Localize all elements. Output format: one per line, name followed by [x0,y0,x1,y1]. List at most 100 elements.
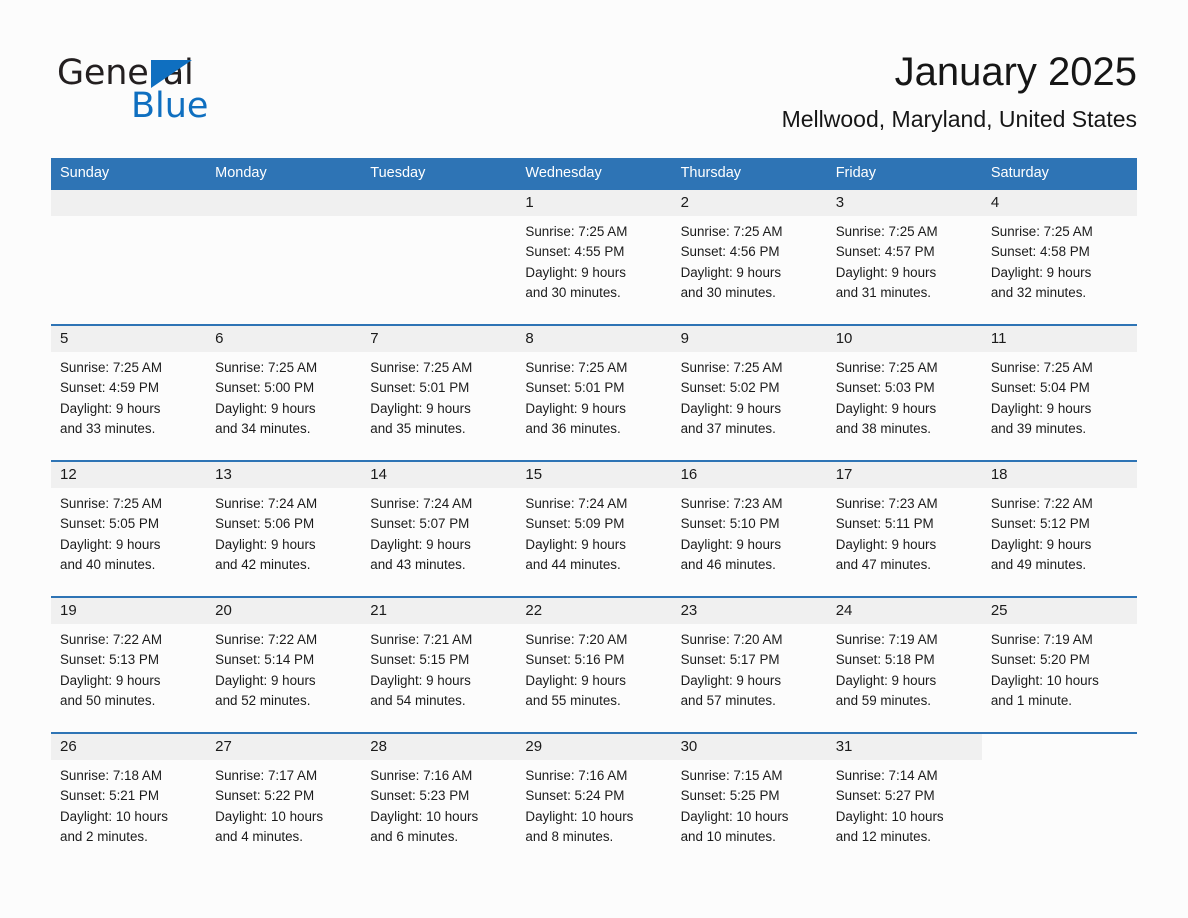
calendar-day-cell[interactable]: 4 Sunrise: 7:25 AM Sunset: 4:58 PM Daylight… [981,190,1137,325]
day-detail-sunrise: Sunrise: 7:21 AM [370,632,473,647]
calendar-day-cell[interactable]: 23 Sunrise: 7:20 AM Sunset: 5:17 PM Dayligh… [671,596,827,733]
calendar-day-cell[interactable]: 1 Sunrise: 7:25 AM Sunset: 4:55 PM Daylight… [516,190,672,325]
calendar-day-cell[interactable]: 14 Sunrise: 7:24 AM Sunset: 5:07 PM Dayligh… [361,460,517,597]
day-detail-daylight1: Daylight: 9 hours [215,672,316,688]
day-number: 13 [206,462,362,488]
calendar-day-cell[interactable]: 27 Sunrise: 7:17 AM Sunset: 5:22 PM Dayligh… [206,732,362,868]
day-detail-daylight2: and 6 minutes. [370,829,459,845]
day-detail-daylight1: Daylight: 9 hours [680,400,782,416]
day-number [51,190,207,216]
day-detail-daylight1: Daylight: 9 hours [525,672,626,688]
calendar-cell-inner: 24 Sunrise: 7:19 AM Sunset: 5:18 PM Dayligh… [826,598,982,732]
day-detail-daylight2: and 39 minutes. [990,421,1087,437]
day-detail-sunrise: Sunrise: 7:25 AM [60,360,162,375]
day-detail-daylight1: Daylight: 9 hours [370,400,471,416]
calendar-day-cell[interactable]: 5 Sunrise: 7:25 AM Sunset: 4:59 PM Daylight… [51,324,207,461]
calendar-day-cell[interactable]: 7 Sunrise: 7:25 AM Sunset: 5:01 PM Daylight… [361,324,517,461]
title-block: January 2025 Mellwood, Maryland, United … [782,48,1137,133]
calendar-day-cell[interactable]: 6 Sunrise: 7:25 AM Sunset: 5:00 PM Daylight… [206,324,362,461]
day-detail-daylight2: and 8 minutes. [525,829,614,845]
calendar-cell-inner: 11 Sunrise: 7:25 AM Sunset: 5:04 PM Dayligh… [981,326,1137,460]
day-detail-sunset: Sunset: 5:01 PM [370,380,470,396]
day-detail-daylight1: Daylight: 10 hours [215,808,324,824]
day-detail-daylight1: Daylight: 9 hours [60,400,161,416]
calendar-page: General Blue January 2025 Mellwood, Mary… [0,0,1188,918]
calendar-day-cell[interactable]: 15 Sunrise: 7:24 AM Sunset: 5:09 PM Dayligh… [516,460,672,597]
day-detail-sunrise: Sunrise: 7:23 AM [680,496,783,511]
calendar-day-cell[interactable]: 24 Sunrise: 7:19 AM Sunset: 5:18 PM Dayligh… [826,596,982,733]
day-detail-sunrise: Sunrise: 7:17 AM [215,768,318,783]
day-detail-daylight2: and 33 minutes. [60,421,156,437]
general-blue-logo[interactable]: General Blue [57,53,277,126]
day-detail-sunset: Sunset: 5:17 PM [680,652,780,668]
calendar-day-cell[interactable]: 30 Sunrise: 7:15 AM Sunset: 5:25 PM Dayligh… [671,732,827,868]
day-details: Sunrise: 7:25 AM Sunset: 5:02 PM Daylight:… [672,352,827,440]
calendar-day-cell[interactable]: 20 Sunrise: 7:22 AM Sunset: 5:14 PM Dayligh… [206,596,362,733]
day-number [982,734,1137,760]
day-detail-sunrise: Sunrise: 7:19 AM [990,632,1093,647]
calendar-day-cell[interactable]: 3 Sunrise: 7:25 AM Sunset: 4:57 PM Daylight… [826,190,982,325]
calendar-day-cell[interactable]: 19 Sunrise: 7:22 AM Sunset: 5:13 PM Dayligh… [51,596,207,733]
day-number: 4 [981,190,1137,216]
day-details: Sunrise: 7:25 AM Sunset: 4:58 PM Daylight:… [982,216,1137,304]
calendar-day-cell[interactable]: 28 Sunrise: 7:16 AM Sunset: 5:23 PM Dayligh… [361,732,517,868]
day-number: 15 [516,462,672,488]
day-detail-sunrise: Sunrise: 7:25 AM [990,360,1093,375]
day-detail-sunset: Sunset: 5:11 PM [835,516,934,532]
day-detail-daylight2: and 57 minutes. [680,693,776,709]
calendar-day-cell[interactable]: 17 Sunrise: 7:23 AM Sunset: 5:11 PM Dayligh… [826,460,982,597]
calendar-day-cell[interactable]: 16 Sunrise: 7:23 AM Sunset: 5:10 PM Dayligh… [671,460,827,597]
day-details: Sunrise: 7:23 AM Sunset: 5:11 PM Daylight:… [827,488,982,576]
day-detail-sunset: Sunset: 5:01 PM [525,380,625,396]
calendar-cell-inner: 9 Sunrise: 7:25 AM Sunset: 5:02 PM Daylight… [671,326,827,460]
day-details: Sunrise: 7:20 AM Sunset: 5:16 PM Daylight:… [516,624,671,712]
day-number: 23 [671,598,827,624]
calendar-day-cell[interactable]: 10 Sunrise: 7:25 AM Sunset: 5:03 PM Dayligh… [826,324,982,461]
day-detail-sunset: Sunset: 5:22 PM [215,788,315,804]
calendar-day-cell[interactable]: 8 Sunrise: 7:25 AM Sunset: 5:01 PM Daylight… [516,324,672,461]
day-detail-sunset: Sunset: 5:27 PM [835,788,935,804]
day-detail-sunrise: Sunrise: 7:25 AM [835,224,938,239]
day-detail-daylight2: and 37 minutes. [680,421,776,437]
day-detail-daylight2: and 10 minutes. [680,829,776,845]
day-detail-sunrise: Sunrise: 7:18 AM [60,768,162,783]
calendar-cell-inner: 19 Sunrise: 7:22 AM Sunset: 5:13 PM Dayligh… [51,598,207,732]
day-number: 2 [671,190,827,216]
calendar-day-cell[interactable]: 12 Sunrise: 7:25 AM Sunset: 5:05 PM Dayligh… [51,460,207,597]
day-details: Sunrise: 7:23 AM Sunset: 5:10 PM Daylight:… [672,488,827,576]
day-number [361,190,517,216]
day-detail-daylight1: Daylight: 9 hours [60,536,161,552]
calendar-day-cell[interactable]: 25 Sunrise: 7:19 AM Sunset: 5:20 PM Dayligh… [981,596,1137,733]
day-number: 31 [826,734,982,760]
calendar-cell-inner: 18 Sunrise: 7:22 AM Sunset: 5:12 PM Dayligh… [981,462,1137,596]
calendar-day-cell[interactable]: 21 Sunrise: 7:21 AM Sunset: 5:15 PM Dayligh… [361,596,517,733]
calendar-day-cell[interactable]: 18 Sunrise: 7:22 AM Sunset: 5:12 PM Dayligh… [981,460,1137,597]
day-detail-sunset: Sunset: 5:14 PM [215,652,315,668]
calendar-cell-inner: 15 Sunrise: 7:24 AM Sunset: 5:09 PM Dayligh… [516,462,672,596]
day-detail-daylight2: and 59 minutes. [835,693,931,709]
day-number: 9 [671,326,827,352]
calendar-day-cell[interactable]: 9 Sunrise: 7:25 AM Sunset: 5:02 PM Daylight… [671,324,827,461]
calendar-cell-inner: 6 Sunrise: 7:25 AM Sunset: 5:00 PM Daylight… [206,326,362,460]
calendar-day-cell[interactable]: 11 Sunrise: 7:25 AM Sunset: 5:04 PM Dayligh… [981,324,1137,461]
day-detail-sunset: Sunset: 5:12 PM [990,516,1090,532]
calendar-day-cell[interactable]: 31 Sunrise: 7:14 AM Sunset: 5:27 PM Dayligh… [826,732,982,868]
day-details: Sunrise: 7:24 AM Sunset: 5:07 PM Daylight:… [361,488,516,576]
calendar-day-cell[interactable]: 26 Sunrise: 7:18 AM Sunset: 5:21 PM Dayligh… [51,732,207,868]
calendar-day-cell[interactable]: 22 Sunrise: 7:20 AM Sunset: 5:16 PM Dayligh… [516,596,672,733]
calendar-cell-inner: 4 Sunrise: 7:25 AM Sunset: 4:58 PM Daylight… [981,190,1137,324]
day-detail-sunset: Sunset: 5:09 PM [525,516,625,532]
day-details: Sunrise: 7:25 AM Sunset: 4:56 PM Daylight:… [672,216,827,304]
day-details: Sunrise: 7:24 AM Sunset: 5:09 PM Daylight:… [516,488,671,576]
calendar-day-cell[interactable]: 13 Sunrise: 7:24 AM Sunset: 5:06 PM Dayligh… [206,460,362,597]
calendar-day-cell[interactable]: 2 Sunrise: 7:25 AM Sunset: 4:56 PM Daylight… [671,190,827,325]
day-detail-sunrise: Sunrise: 7:24 AM [215,496,318,511]
day-details: Sunrise: 7:19 AM Sunset: 5:18 PM Daylight:… [827,624,982,712]
calendar-day-cell[interactable]: 29 Sunrise: 7:16 AM Sunset: 5:24 PM Dayligh… [516,732,672,868]
day-number: 14 [361,462,517,488]
day-detail-daylight1: Daylight: 9 hours [680,264,782,280]
calendar-cell-inner: 12 Sunrise: 7:25 AM Sunset: 5:05 PM Dayligh… [51,462,207,596]
day-detail-daylight2: and 44 minutes. [525,557,621,573]
calendar-cell-inner: 25 Sunrise: 7:19 AM Sunset: 5:20 PM Dayligh… [981,598,1137,732]
day-detail-sunset: Sunset: 5:16 PM [525,652,625,668]
